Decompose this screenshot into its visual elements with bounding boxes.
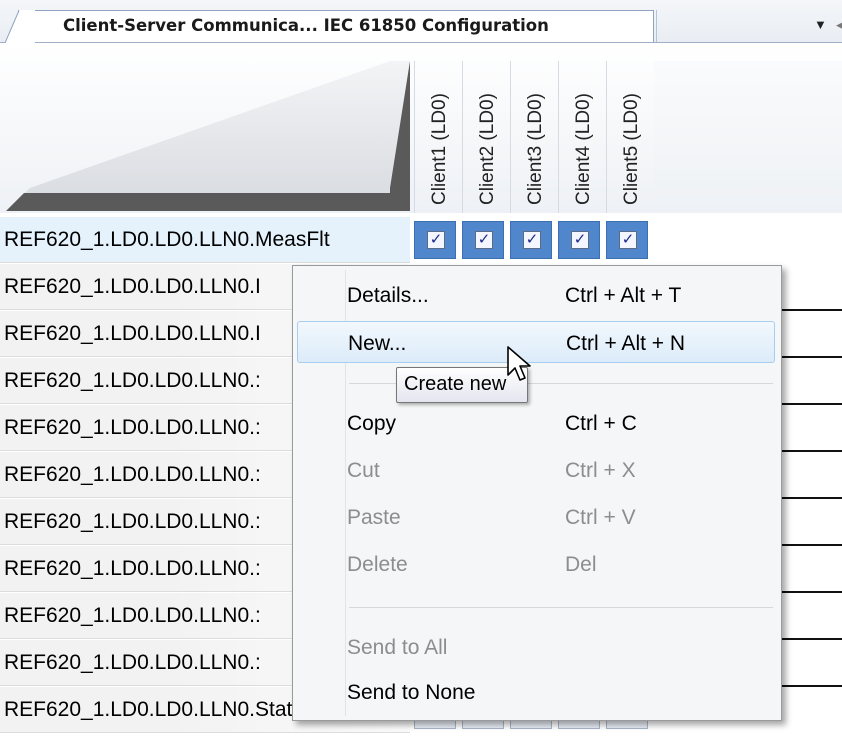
tab-slant	[5, 10, 35, 43]
context-menu: Details... Ctrl + Alt + T New... Ctrl + …	[292, 265, 782, 721]
menu-item-copy[interactable]: Copy Ctrl + C	[297, 402, 775, 444]
scroll-tabs-icon[interactable]: ◂	[836, 17, 842, 33]
column-header-client3[interactable]: Client3 (LD0)	[510, 61, 558, 213]
column-header-client1[interactable]: Client1 (LD0)	[414, 61, 462, 213]
checkbox-cell[interactable]: ✓	[462, 221, 504, 259]
document-tab-strip: Client-Server Communica... IEC 61850 Con…	[0, 0, 842, 43]
menu-item-send-to-all[interactable]: Send to All	[297, 626, 775, 668]
checked-checkbox[interactable]: ✓	[571, 231, 589, 249]
checked-checkbox[interactable]: ✓	[427, 231, 445, 249]
menu-item-cut[interactable]: Cut Ctrl + X	[297, 449, 775, 491]
checked-checkbox[interactable]: ✓	[619, 231, 637, 249]
column-header-client5[interactable]: Client5 (LD0)	[606, 61, 654, 213]
checked-checkbox[interactable]: ✓	[475, 231, 493, 249]
menu-item-new[interactable]: New... Ctrl + Alt + N	[297, 321, 775, 363]
table-row[interactable]: REF620_1.LD0.LD0.LLN0.MeasFlt ✓ ✓ ✓ ✓ ✓	[0, 217, 842, 263]
checked-checkbox[interactable]: ✓	[523, 231, 541, 249]
menu-item-delete[interactable]: Delete Del	[297, 543, 775, 585]
menu-separator	[349, 607, 773, 608]
column-header-client2[interactable]: Client2 (LD0)	[462, 61, 510, 213]
checkbox-cell[interactable]: ✓	[558, 221, 600, 259]
checkbox-cell[interactable]: ✓	[606, 221, 648, 259]
header-empty-area	[654, 61, 842, 213]
tab-title: Client-Server Communica... IEC 61850 Con…	[63, 16, 549, 35]
menu-item-send-to-none[interactable]: Send to None	[297, 671, 775, 713]
menu-item-details[interactable]: Details... Ctrl + Alt + T	[297, 274, 775, 316]
menu-item-paste[interactable]: Paste Ctrl + V	[297, 496, 775, 538]
column-header-client4[interactable]: Client4 (LD0)	[558, 61, 606, 213]
checkbox-cell[interactable]: ✓	[414, 221, 456, 259]
chevron-down-icon[interactable]: ▼	[814, 17, 827, 32]
mouse-cursor-icon	[507, 346, 531, 381]
document-tab[interactable]: Client-Server Communica... IEC 61850 Con…	[5, 10, 654, 43]
grid-corner	[0, 43, 414, 213]
grid-header: Client1 (LD0) Client2 (LD0) Client3 (LD0…	[0, 43, 842, 213]
checkbox-cell[interactable]: ✓	[510, 221, 552, 259]
row-label[interactable]: REF620_1.LD0.LD0.LLN0.MeasFlt	[0, 217, 410, 263]
